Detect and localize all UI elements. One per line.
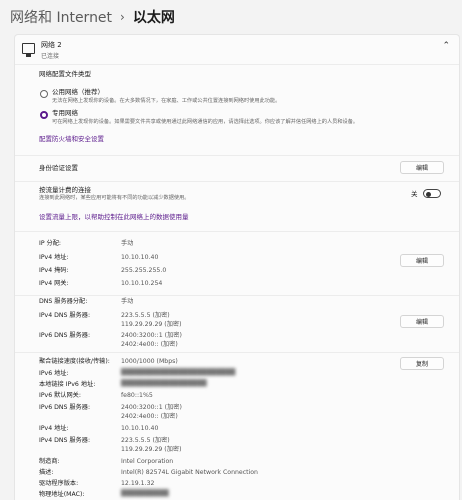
divider (15, 352, 459, 353)
private-network-radio[interactable] (40, 111, 48, 119)
manufacturer-key: 制造商: (39, 458, 60, 465)
dns-assign-key: DNS 服务器分配: (39, 298, 88, 305)
page-title: 以太网 (132, 10, 175, 26)
ethernet-icon (22, 43, 35, 57)
description-key: 描述: (39, 469, 54, 476)
ipv4-address-value: 10.10.10.40 (121, 254, 159, 261)
divider (15, 155, 459, 156)
dns-ipv6-value-1: 2400:3200::1 (加密) (121, 332, 182, 339)
dns-ipv4-key: IPv4 DNS 服务器: (39, 312, 91, 319)
auth-settings-label: 身份验证设置 (39, 164, 78, 172)
mac-address-key: 物理地址(MAC): (39, 491, 85, 498)
mac-address-value: ██████████ (121, 490, 169, 497)
driver-version-value: 12.19.1.32 (121, 480, 155, 487)
public-network-radio[interactable] (40, 90, 48, 98)
ipv4-mask-key: IPv4 掩码: (39, 267, 69, 274)
copy-button[interactable]: 复制 (400, 357, 444, 370)
network-card-header[interactable]: 网络 2 已连接 ⌃ (15, 35, 459, 65)
network-card: 网络 2 已连接 ⌃ 网络配置文件类型 公用网络（推荐） 无法在网络上发现你的设… (14, 34, 460, 500)
breadcrumb-separator: › (120, 10, 125, 24)
divider (15, 181, 459, 182)
toggle-knob (426, 191, 431, 197)
firewall-settings-link[interactable]: 配置防火墙和安全设置 (39, 136, 104, 143)
divider (15, 295, 459, 296)
driver-version-key: 驱动程序版本: (39, 480, 79, 487)
metered-state: 关 (411, 190, 418, 198)
link-speed-value: 1000/1000 (Mbps) (121, 358, 178, 365)
chevron-up-icon[interactable]: ⌃ (442, 41, 450, 51)
link-speed-key: 聚合链接速度(接收/传输): (39, 358, 110, 365)
dns-ipv4-value-1: 223.5.5.5 (加密) (121, 312, 170, 319)
network-name: 网络 2 (41, 41, 62, 49)
ip-assign-key: IP 分配: (39, 240, 61, 247)
manufacturer-value: Intel Corporation (121, 458, 174, 465)
ipv4-mask-value: 255.255.255.0 (121, 267, 167, 274)
dns-edit-button[interactable]: 编辑 (400, 315, 444, 328)
ipv4-gateway-value: 10.10.10.254 (121, 280, 163, 287)
metered-label: 按流量计费的连接 (39, 186, 91, 194)
breadcrumb-parent[interactable]: 网络和 Internet (10, 7, 112, 27)
public-network-desc: 无法在网络上发现你的设备。在大多数情况下，在家庭、工作或公共位置连接到网络时使用… (52, 98, 281, 104)
ipv6-gateway-value: fe80::1%5 (121, 392, 153, 399)
props-ipv4-address-key: IPv4 地址: (39, 425, 69, 432)
props-ipv4-dns-value-1: 223.5.5.5 (加密) (121, 437, 170, 444)
profile-section-title: 网络配置文件类型 (39, 70, 91, 78)
metered-toggle[interactable] (423, 189, 441, 198)
network-status: 已连接 (41, 53, 60, 60)
dns-ipv6-value-2: 2402:4e00:: (加密) (121, 341, 178, 348)
description-value: Intel(R) 82574L Gigabit Network Connecti… (121, 469, 258, 476)
ip-assign-value: 手动 (121, 240, 134, 247)
props-ipv6-dns-key: IPv6 DNS 服务器: (39, 404, 91, 411)
props-ipv6-dns-value-2: 2402:4e00:: (加密) (121, 413, 178, 420)
data-limit-link[interactable]: 设置流量上限，以帮助控制在此网络上的数据使用量 (39, 214, 189, 221)
dns-assign-value: 手动 (121, 298, 134, 305)
divider (15, 231, 459, 232)
dns-ipv6-key: IPv6 DNS 服务器: (39, 332, 91, 339)
props-ipv4-address-value: 10.10.10.40 (121, 425, 159, 432)
props-ipv4-dns-value-2: 119.29.29.29 (加密) (121, 446, 182, 453)
breadcrumb: 网络和 Internet › 以太网 (10, 6, 175, 28)
ipv4-gateway-key: IPv4 网关: (39, 280, 69, 287)
metered-desc: 连接到此网络时，某些应用可能将有不同的功能以减少数据使用。 (39, 195, 190, 201)
props-ipv4-dns-key: IPv4 DNS 服务器: (39, 437, 91, 444)
private-network-label[interactable]: 专用网络 (52, 110, 78, 117)
ipv4-address-key: IPv4 地址: (39, 254, 69, 261)
auth-edit-button[interactable]: 编辑 (400, 161, 444, 174)
ipv6-gateway-key: IPv6 默认网关: (39, 392, 81, 399)
ip-edit-button[interactable]: 编辑 (400, 254, 444, 267)
props-ipv6-dns-value-1: 2400:3200::1 (加密) (121, 404, 182, 411)
dns-ipv4-value-2: 119.29.29.29 (加密) (121, 321, 182, 328)
public-network-label[interactable]: 公用网络（推荐） (52, 89, 104, 96)
link-local-ipv6-key: 本地链接 IPv6 地址: (39, 381, 96, 388)
private-network-desc: 可在网络上发现你的设备。如果需要文件共享或使用通过此网络通信的应用，请选择此选项… (52, 119, 359, 125)
ipv6-address-value: ████████████████████████ (121, 369, 236, 376)
ipv6-address-key: IPv6 地址: (39, 370, 69, 377)
link-local-ipv6-value: ██████████████████ (121, 380, 207, 387)
